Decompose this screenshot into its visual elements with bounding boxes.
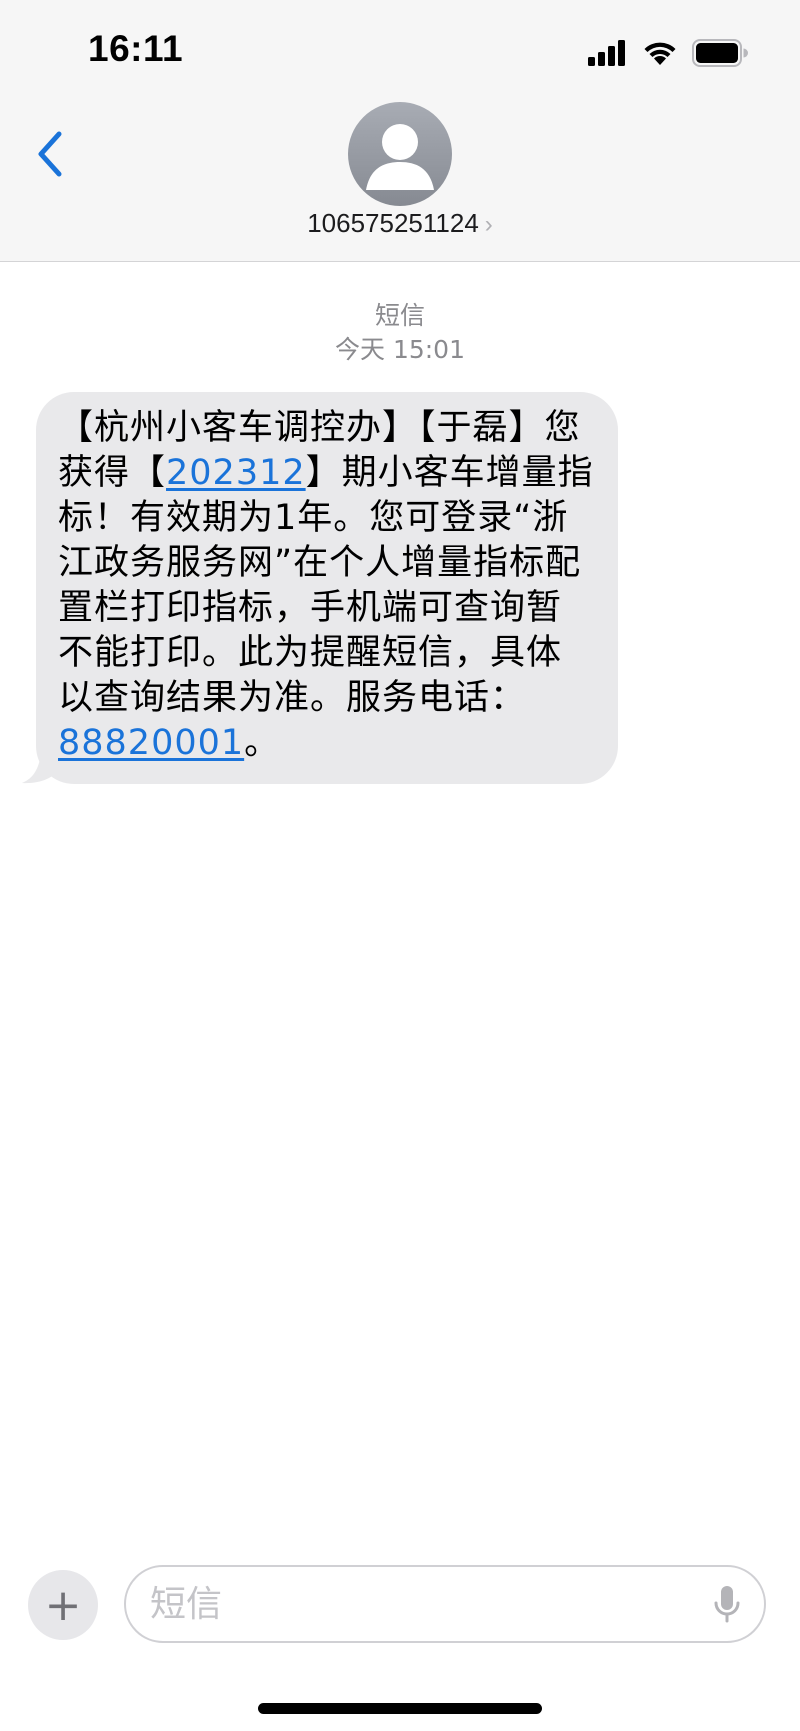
home-indicator[interactable] xyxy=(258,1703,542,1714)
back-chevron-icon xyxy=(38,131,62,177)
contact-number: 106575251124 xyxy=(307,208,479,238)
message-input[interactable] xyxy=(150,1581,690,1627)
microphone-icon[interactable] xyxy=(712,1585,742,1625)
message-timestamp: 今天 15:01 xyxy=(335,335,465,364)
message-bubble[interactable]: 【杭州小客车调控办】【于磊】您获得【202312】期小客车增量指标！有效期为1年… xyxy=(36,392,618,784)
contact-avatar[interactable] xyxy=(348,102,452,206)
wifi-icon xyxy=(644,42,676,65)
status-icons xyxy=(588,38,748,68)
message-input-field[interactable] xyxy=(124,1565,766,1643)
period-link[interactable]: 202312 xyxy=(166,453,306,493)
message-text-part3: 。 xyxy=(244,723,281,763)
conversation-header: 16:11 106575251124 › xyxy=(0,0,800,262)
contact-name[interactable]: 106575251124 › xyxy=(0,208,800,239)
message-type-label: 短信 xyxy=(374,301,425,330)
chevron-right-icon: › xyxy=(484,211,493,238)
add-attachment-button[interactable]: + xyxy=(28,1570,98,1640)
cellular-signal-icon xyxy=(588,40,625,66)
battery-icon xyxy=(692,39,748,67)
person-icon xyxy=(366,124,434,190)
phone-link[interactable]: 88820001 xyxy=(58,723,244,763)
back-button[interactable] xyxy=(30,124,70,184)
messages-screen: 16:11 106575251124 › 短信 今天 15:01 【杭州小客车调… xyxy=(0,0,800,1731)
status-time: 16:11 xyxy=(88,28,184,69)
